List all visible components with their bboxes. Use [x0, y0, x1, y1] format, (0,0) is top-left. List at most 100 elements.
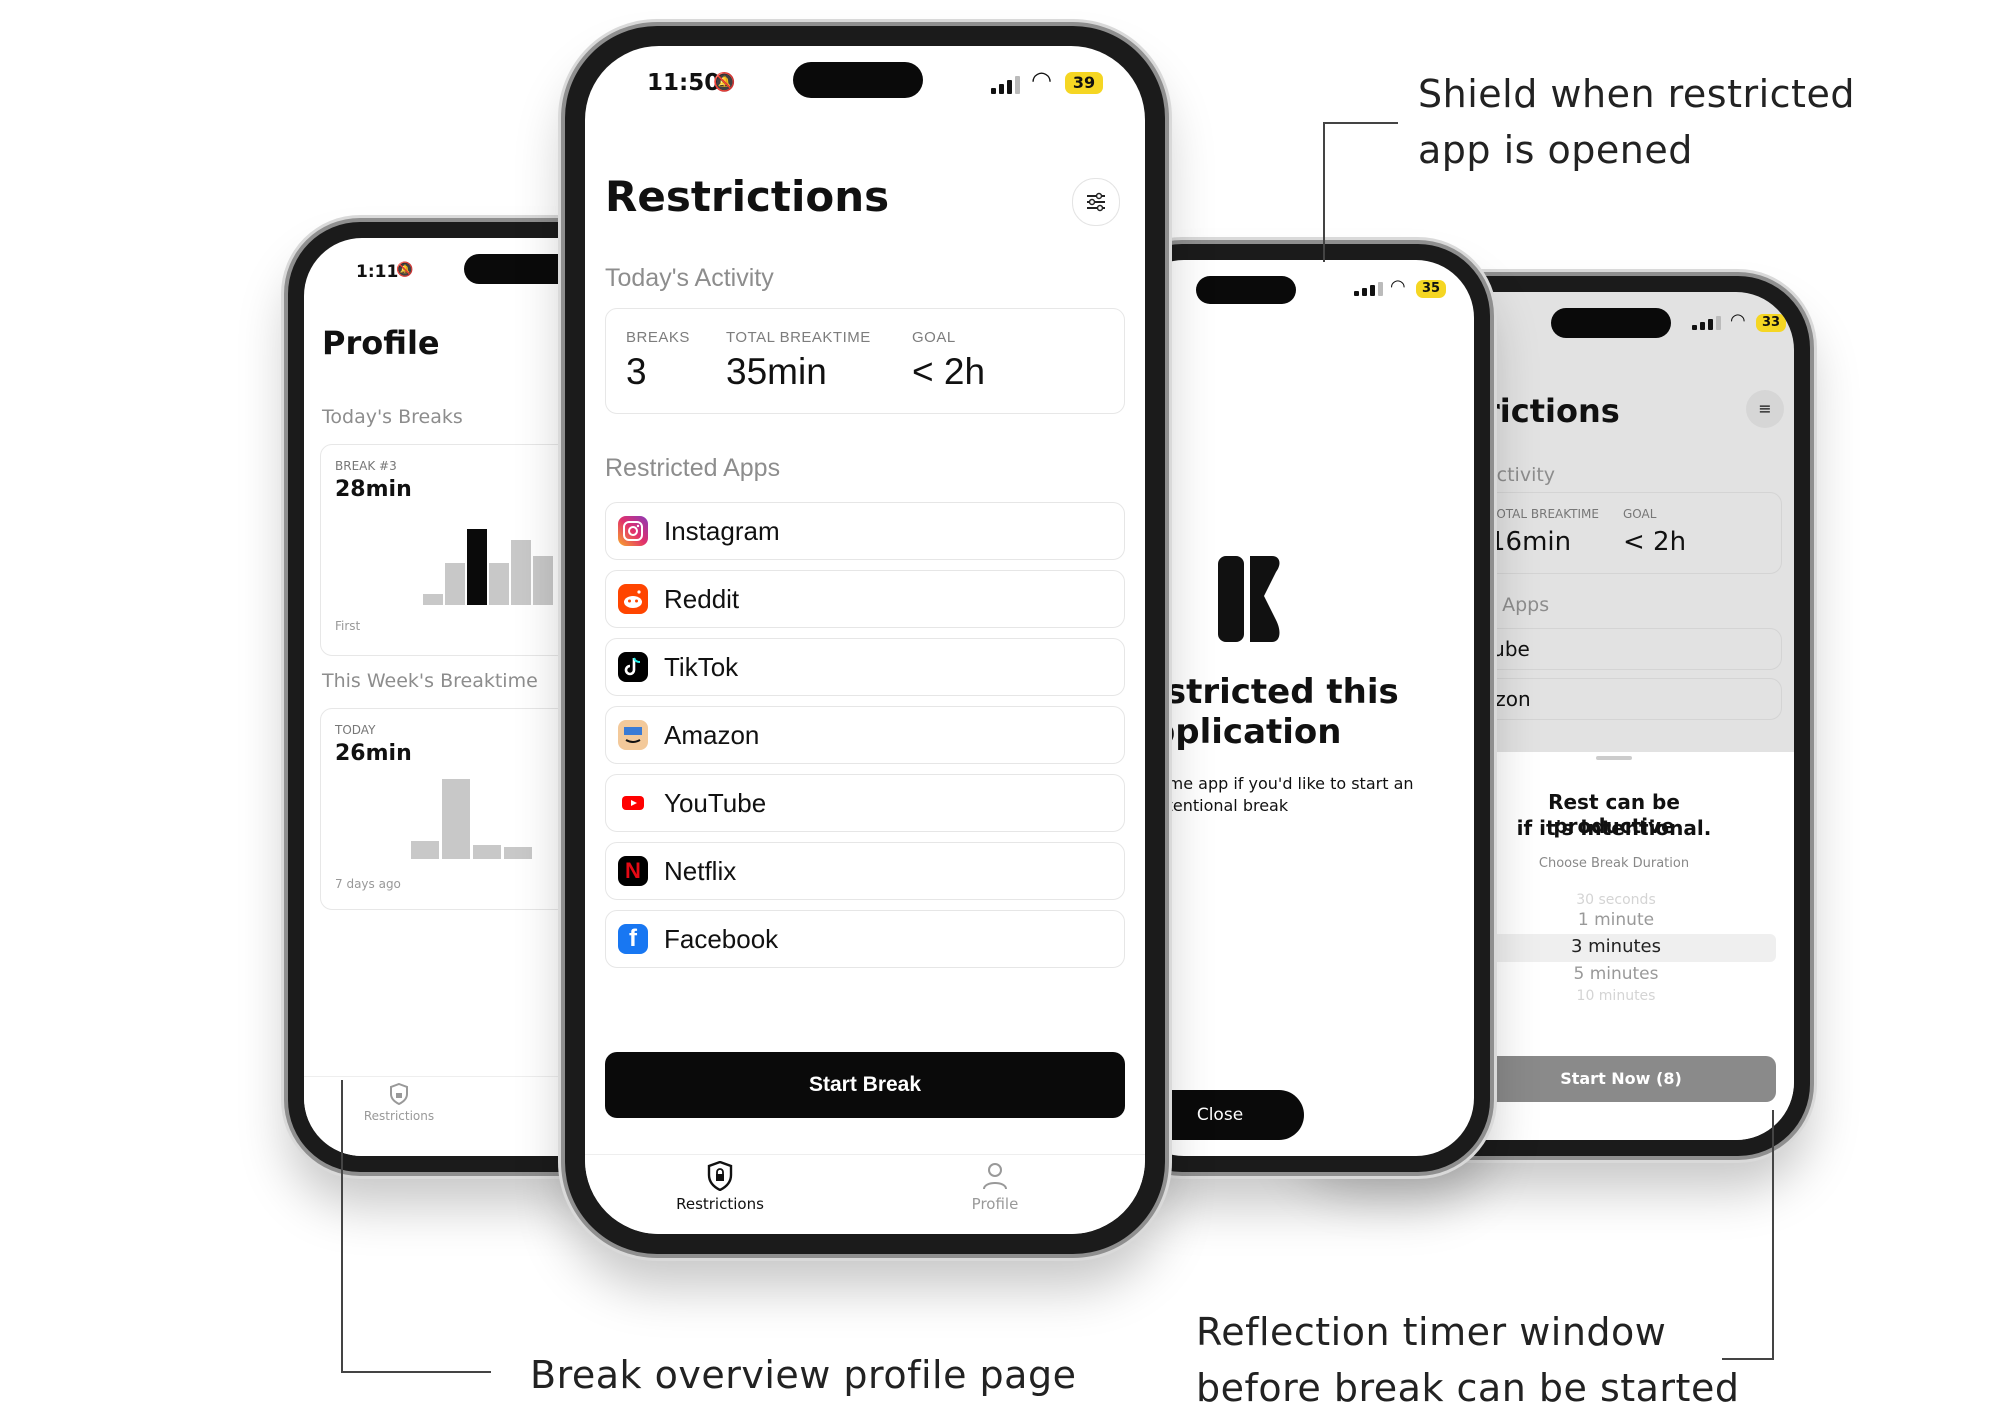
signal-icon: [1692, 316, 1721, 330]
instagram-icon: [618, 516, 648, 546]
facebook-icon: f: [618, 924, 648, 954]
wifi-icon: ◠: [1390, 276, 1406, 297]
profile-connector-v: [341, 1080, 343, 1372]
reddit-icon: [618, 584, 648, 614]
stat-label-goal: GOAL: [912, 329, 956, 346]
battery-indicator: 39: [1065, 72, 1103, 94]
dynamic-island: [793, 62, 923, 98]
restricted-apps-heading: Restricted Apps: [605, 454, 781, 482]
app-row-amazon[interactable]: Amazon: [605, 706, 1125, 764]
break-card-label: BREAK #3: [335, 459, 397, 473]
picker-option-selected[interactable]: 3 minutes: [1466, 936, 1766, 957]
profile-annotation: Break overview profile page: [530, 1353, 1077, 1397]
dynamic-island: [1196, 276, 1296, 304]
sheet-subtitle: Choose Break Duration: [1538, 856, 1690, 871]
chart-bar: [442, 779, 470, 859]
stat-value-goal: < 2h: [912, 351, 986, 392]
stat-value-total-breaktime: 35min: [726, 351, 827, 392]
week-heading: This Week's Breaktime: [322, 670, 538, 692]
shield-connector-v: [1323, 122, 1325, 262]
chart-bar: [533, 556, 553, 605]
app-row-partial[interactable]: azon: [1466, 678, 1782, 720]
signal-icon: [991, 76, 1020, 94]
sheet-grabber[interactable]: [1596, 756, 1632, 760]
sliders-icon: [1087, 192, 1105, 212]
main-screen: 11:50 🔕 ◠ 39 Restrictions Today's Activi…: [585, 46, 1145, 1234]
reflection-connector-h: [1722, 1358, 1774, 1360]
tab-restrictions-label: Restrictions: [676, 1195, 764, 1213]
picker-option[interactable]: 1 minute: [1466, 910, 1766, 930]
picker-option[interactable]: 5 minutes: [1466, 964, 1766, 984]
person-icon: [983, 1163, 1007, 1190]
shield-lock-icon: [707, 1160, 733, 1192]
page-title: Restrictions: [605, 172, 890, 221]
todays-breaks-heading: Today's Breaks: [322, 406, 463, 428]
sheet-title-line2: if it's intentional.: [1516, 816, 1712, 840]
chart-bar: [445, 563, 465, 605]
chart-bar: [423, 594, 443, 605]
app-name: Netflix: [664, 856, 737, 886]
shield-screen: ◠ 35 restricted this application eaktime…: [1126, 260, 1474, 1156]
week-card-label: TODAY: [335, 723, 376, 737]
youtube-icon: [618, 788, 648, 818]
stats-card: TOTAL BREAKTIME 16min GOAL < 2h: [1466, 492, 1782, 574]
reflection-annotation-line1: Reflection timer window: [1196, 1310, 1667, 1354]
picker-option[interactable]: 10 minutes: [1466, 988, 1766, 1002]
tab-profile[interactable]: Profile: [935, 1161, 1055, 1213]
shield-body-line1: eaktime app if you'd like to start an: [1128, 774, 1414, 793]
app-name: Amazon: [664, 720, 760, 750]
start-now-button[interactable]: Start Now (8): [1466, 1056, 1776, 1102]
app-row-instagram[interactable]: Instagram: [605, 502, 1125, 560]
picker-option[interactable]: 30 seconds: [1466, 892, 1766, 908]
amazon-icon: [618, 720, 648, 750]
duration-picker[interactable]: 30 seconds 1 minute 3 minutes 5 minutes …: [1456, 892, 1776, 1012]
app-row-partial[interactable]: Tube: [1466, 628, 1782, 670]
app-row-netflix[interactable]: N Netflix: [605, 842, 1125, 900]
app-name: Facebook: [664, 924, 779, 954]
signal-icon: [1354, 282, 1383, 296]
dynamic-island: [1551, 308, 1671, 338]
filter-button[interactable]: [1072, 178, 1120, 226]
stat-label-goal: GOAL: [1623, 507, 1657, 521]
app-name: Reddit: [664, 584, 740, 614]
activity-stats-card: BREAKS 3 TOTAL BREAKTIME 35min GOAL < 2h: [605, 308, 1125, 414]
chart-bar: [489, 563, 509, 605]
app-row-youtube[interactable]: YouTube: [605, 774, 1125, 832]
status-time: 11:50: [647, 70, 721, 96]
chart-bar: [411, 841, 439, 859]
stat-label-breaks: BREAKS: [626, 329, 690, 346]
tab-restrictions-label: Restrictions: [363, 1109, 435, 1123]
activity-heading: Today's Activity: [605, 264, 774, 292]
tab-bar: Restrictions Profile: [585, 1154, 1145, 1234]
chart-bar: [473, 845, 501, 859]
reflection-connector-v: [1772, 1110, 1774, 1360]
start-break-button[interactable]: Start Break: [605, 1052, 1125, 1118]
app-row-label: azon: [1483, 687, 1531, 711]
silent-bell-icon: 🔕: [713, 72, 736, 93]
tab-restrictions[interactable]: Restrictions: [354, 1082, 444, 1123]
app-row-reddit[interactable]: Reddit: [605, 570, 1125, 628]
app-row-tiktok[interactable]: TikTok: [605, 638, 1125, 696]
stat-label-total-breaktime: TOTAL BREAKTIME: [726, 329, 871, 346]
shield-body-line2: intentional break: [1152, 796, 1289, 815]
wifi-icon: ◠: [1730, 310, 1746, 331]
app-row-label: Tube: [1483, 637, 1530, 661]
break-card-value: 28min: [335, 477, 412, 502]
silent-bell-icon: 🔕: [396, 262, 414, 278]
shield-annotation-line1: Shield when restricted: [1418, 72, 1855, 116]
main-phone-frame: 11:50 🔕 ◠ 39 Restrictions Today's Activi…: [565, 26, 1165, 1254]
app-row-facebook[interactable]: f Facebook: [605, 910, 1125, 968]
stat-value-breaktime: 16min: [1489, 527, 1572, 557]
stat-value-goal: < 2h: [1623, 527, 1687, 557]
status-time: 1:11: [356, 262, 399, 282]
tab-restrictions[interactable]: Restrictions: [645, 1160, 795, 1213]
filter-button[interactable]: ≡: [1746, 390, 1784, 428]
stat-label-breaktime: TOTAL BREAKTIME: [1489, 507, 1599, 521]
battery-indicator: 35: [1416, 280, 1446, 298]
reflection-annotation-line2: before break can be started: [1196, 1366, 1740, 1410]
page-title-partial: rictions: [1484, 392, 1620, 430]
netflix-icon: N: [618, 856, 648, 886]
stat-value-breaks: 3: [626, 351, 647, 392]
break-card-axis-start: First: [335, 619, 361, 633]
app-name: Instagram: [664, 516, 780, 546]
